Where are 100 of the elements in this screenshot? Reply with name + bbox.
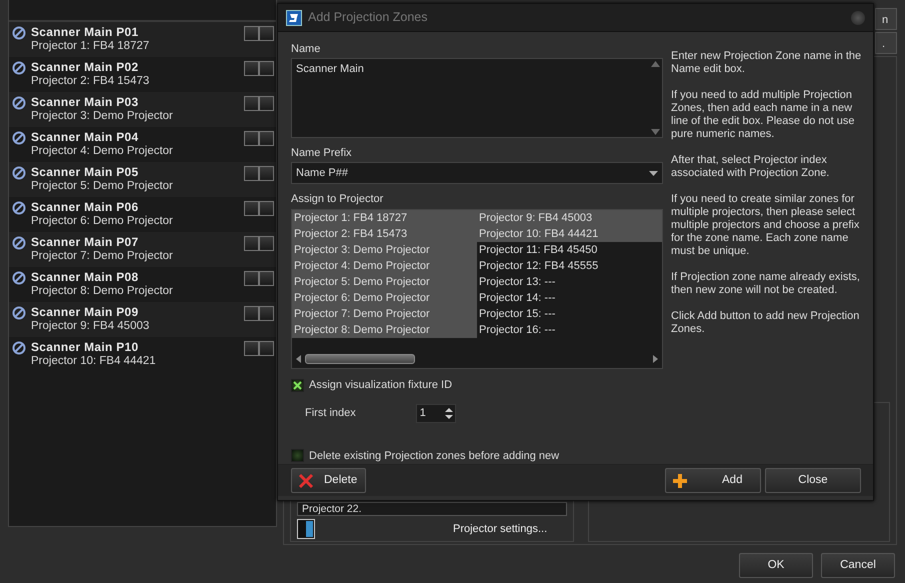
toggle-checkbox[interactable]: [259, 236, 274, 251]
projector-item[interactable]: Projector 9: FB4 45003: [477, 210, 662, 226]
scroll-right-icon[interactable]: [653, 355, 658, 364]
help-text: If Projection zone name already exists, then new zone will not be created.: [671, 271, 861, 298]
first-index-spinner[interactable]: 1: [416, 404, 456, 423]
help-text: If you need to add multiple Projection Zones, then add each name in a new line of the edit box. Please do not use pure numeric names.: [671, 89, 856, 142]
disabled-icon: [12, 131, 26, 145]
zone-name: Scanner Main P06: [31, 201, 140, 214]
toggle-checkbox[interactable]: [259, 271, 274, 286]
projector-item[interactable]: Projector 2: FB4 15473: [292, 226, 477, 242]
projector-item[interactable]: Projector 7: Demo Projector: [292, 306, 477, 322]
toggle-checkbox[interactable]: [244, 61, 259, 76]
scroll-left-icon[interactable]: [296, 355, 301, 364]
name-field[interactable]: Scanner Main: [291, 58, 663, 138]
close-button[interactable]: Close: [765, 468, 861, 494]
toggle-checkbox[interactable]: [244, 96, 259, 111]
field-label: Assign to Projector: [291, 193, 384, 206]
zone-projector: Projector 4: Demo Projector: [31, 144, 174, 158]
zone-name: Scanner Main P05: [31, 166, 140, 179]
zone-name: Scanner Main P10: [31, 341, 140, 354]
projector-item[interactable]: Projector 13: ---: [477, 274, 662, 290]
toggle-checkbox[interactable]: [259, 341, 274, 356]
projector-item[interactable]: Projector 10: FB4 44421: [477, 226, 662, 242]
toggle-checkbox[interactable]: [244, 131, 259, 146]
caret-icon: [649, 170, 658, 176]
delete-button[interactable]: Delete: [291, 468, 366, 494]
disabled-icon: [12, 306, 26, 320]
projector-item[interactable]: Projector 3: Demo Projector: [292, 242, 477, 258]
toggle-checkbox[interactable]: [259, 61, 274, 76]
app-logo-icon: [286, 10, 302, 26]
disabled-icon: [12, 236, 26, 250]
projector-item[interactable]: Projector 1: FB4 18727: [292, 210, 477, 226]
projector-item[interactable]: Projector 15: ---: [477, 306, 662, 322]
field-label: Name: [291, 43, 322, 56]
projector-settings-button[interactable]: Projector settings...: [297, 519, 548, 539]
projector-item[interactable]: Projector 8: Demo Projector: [292, 322, 477, 338]
toggle-checkbox[interactable]: [244, 201, 259, 216]
tab[interactable]: .: [875, 32, 897, 54]
tab[interactable]: n: [875, 8, 897, 30]
disabled-icon: [12, 341, 26, 355]
zone-projector: Projector 2: FB4 15473: [31, 74, 150, 88]
toggle-checkbox[interactable]: [259, 26, 274, 41]
toggle-checkbox[interactable]: [244, 26, 259, 41]
projector-item[interactable]: Projector 4: Demo Projector: [292, 258, 477, 274]
toggle-checkbox[interactable]: [244, 306, 259, 321]
zone-name: Scanner Main P03: [31, 96, 140, 109]
projector-item[interactable]: Projector 14: ---: [477, 290, 662, 306]
projector-item[interactable]: Projector 16: ---: [477, 322, 662, 338]
projector-item[interactable]: Projector 12: FB4 45555: [477, 258, 662, 274]
projector-item[interactable]: Projector 11: FB4 45450: [477, 242, 662, 258]
disabled-icon: [12, 61, 26, 75]
checkbox-label: Delete existing Projection zones before adding new: [309, 448, 560, 464]
field-value: Name P##: [296, 166, 348, 181]
zone-name: Scanner Main P08: [31, 271, 140, 284]
zone-projector: Projector 6: Demo Projector: [31, 214, 174, 228]
projector-field[interactable]: Projector 22.: [297, 502, 567, 516]
help-text: Click Add button to add new Projection Zones.: [671, 310, 860, 336]
zone-projector: Projector 8: Demo Projector: [31, 284, 174, 298]
scrollbar-thumb[interactable]: [305, 354, 415, 364]
toggle-checkbox[interactable]: [244, 271, 259, 286]
toggle-checkbox[interactable]: [259, 166, 274, 181]
zone-name: Scanner Main P09: [31, 306, 140, 319]
close-icon: [298, 472, 314, 489]
help-text: If you need to create similar zones for multiple projectors, then please select multiple projectors and choose a prefix for the zone name. Each zone name must be unique.: [671, 193, 860, 258]
toggle-checkbox[interactable]: [244, 166, 259, 181]
field-value: Scanner Main: [296, 62, 364, 78]
ok-button[interactable]: OK: [739, 553, 813, 578]
help-text: After that, select Projector index associated with Projection Zone.: [671, 154, 830, 180]
panel-icon: [297, 519, 315, 539]
zone-projector: Projector 10: FB4 44421: [31, 354, 157, 368]
checkbox[interactable]: [291, 378, 304, 392]
toggle-checkbox[interactable]: [259, 201, 274, 216]
zone-name: Scanner Main P02: [31, 61, 140, 74]
checkbox[interactable]: [291, 449, 304, 462]
zone-name: Scanner Main P01: [31, 26, 140, 39]
toggle-checkbox[interactable]: [259, 306, 274, 321]
zone-projector: Projector 5: Demo Projector: [31, 179, 174, 193]
add-button[interactable]: Add: [665, 468, 761, 494]
field-label: Name Prefix: [291, 147, 353, 160]
zone-name: Scanner Main P07: [31, 236, 140, 249]
toggle-checkbox[interactable]: [259, 131, 274, 146]
toggle-checkbox[interactable]: [244, 341, 259, 356]
help-text: Enter new Projection Zone name in the Name edit box.: [671, 50, 862, 76]
checkbox-label: Assign visualization fixture ID: [309, 378, 452, 394]
cancel-button[interactable]: Cancel: [821, 553, 895, 578]
scroll-down-icon[interactable]: [651, 129, 660, 136]
projector-item[interactable]: Projector 6: Demo Projector: [292, 290, 477, 306]
zone-projector: Projector 9: FB4 45003: [31, 319, 150, 333]
projector-item[interactable]: Projector 5: Demo Projector: [292, 274, 477, 290]
dialog-title: Add Projection Zones: [308, 9, 428, 26]
disabled-icon: [12, 96, 26, 110]
scroll-up-icon[interactable]: [651, 61, 660, 68]
window-button[interactable]: [851, 10, 865, 25]
zone-name: Scanner Main P04: [31, 131, 140, 144]
spin-arrows-icon[interactable]: [442, 406, 455, 421]
zone-projector: Projector 1: FB4 18727: [31, 39, 150, 53]
check-icon: [293, 380, 302, 390]
toggle-checkbox[interactable]: [259, 96, 274, 111]
prefix-dropdown[interactable]: Name P##: [291, 162, 663, 184]
toggle-checkbox[interactable]: [244, 236, 259, 251]
